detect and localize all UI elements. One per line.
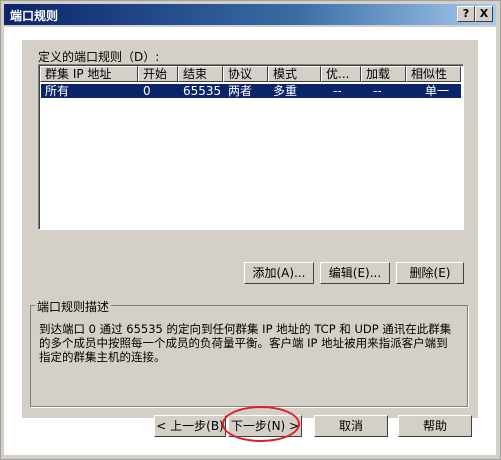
column-header-end[interactable]: 结束 xyxy=(178,66,223,82)
close-title-button[interactable]: X xyxy=(475,6,493,22)
help-button[interactable]: 帮助 xyxy=(398,415,472,437)
port-rules-label: 定义的端口规则（D）: xyxy=(38,50,160,64)
dialog-body: 定义的端口规则（D）: 群集 IP 地址 开始 结束 协议 模式 优... 加载… xyxy=(4,27,496,455)
column-header-priority[interactable]: 优... xyxy=(321,66,361,82)
cell-load: -- xyxy=(373,84,382,98)
column-header-mode[interactable]: 模式 xyxy=(268,66,321,82)
window-title: 端口规则 xyxy=(10,9,59,23)
column-header-protocol[interactable]: 协议 xyxy=(223,66,268,82)
delete-button[interactable]: 删除(E) xyxy=(396,262,464,284)
port-rules-list[interactable]: 群集 IP 地址 开始 结束 协议 模式 优... 加载 相似性 所有 0 65… xyxy=(38,64,464,230)
content-panel: 定义的端口规则（D）: 群集 IP 地址 开始 结束 协议 模式 优... 加载… xyxy=(22,40,478,418)
column-header-cluster-ip[interactable]: 群集 IP 地址 xyxy=(40,66,138,82)
cell-start: 0 xyxy=(143,84,151,98)
cell-end: 65535 xyxy=(183,84,222,98)
column-header-load[interactable]: 加载 xyxy=(361,66,406,82)
cell-priority: -- xyxy=(333,84,342,98)
back-button[interactable]: < 上一步(B) xyxy=(154,415,226,437)
rule-description-title: 端口规则描述 xyxy=(35,298,112,315)
cell-mode: 多重 xyxy=(273,84,298,98)
next-button[interactable]: 下一步(N) > xyxy=(228,415,302,437)
help-title-button[interactable]: ? xyxy=(457,6,475,22)
rule-description-text: 到达端口 0 通过 65535 的定向到任何群集 IP 地址的 TCP 和 UD… xyxy=(39,322,452,364)
add-button[interactable]: 添加(A)... xyxy=(244,262,314,284)
rule-description-group: 端口规则描述 到达端口 0 通过 65535 的定向到任何群集 IP 地址的 T… xyxy=(30,298,468,407)
column-header-affinity[interactable]: 相似性 xyxy=(406,66,461,82)
edit-button[interactable]: 编辑(E)... xyxy=(320,262,390,284)
cell-cluster-ip: 所有 xyxy=(45,84,70,98)
cell-protocol: 两者 xyxy=(228,84,253,98)
dialog-window: 端口规则 ? X 定义的端口规则（D）: 群集 IP 地址 开始 结束 协议 模… xyxy=(0,0,501,460)
cancel-button[interactable]: 取消 xyxy=(314,415,388,437)
column-header-start[interactable]: 开始 xyxy=(138,66,178,82)
title-bar[interactable]: 端口规则 ? X xyxy=(4,4,496,25)
table-row[interactable]: 所有 0 65535 两者 多重 -- -- 单一 xyxy=(41,84,461,98)
cell-affinity: 单一 xyxy=(425,84,450,98)
